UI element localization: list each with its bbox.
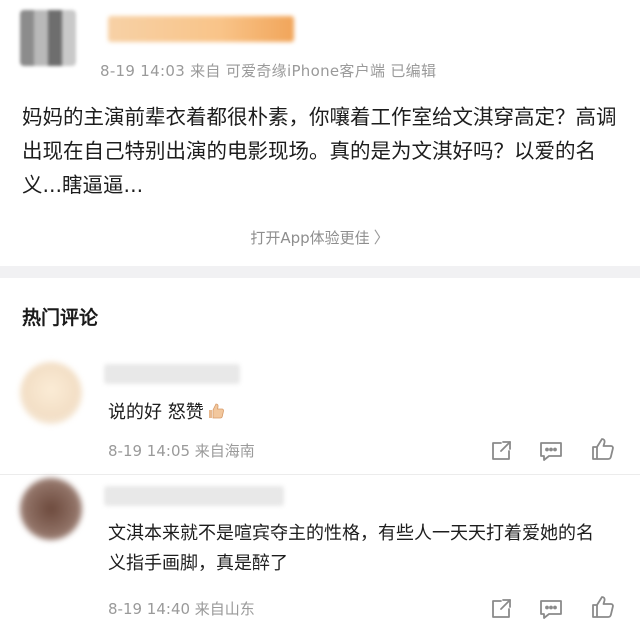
comment-meta: 8-19 14:05 来自海南 (108, 442, 255, 460)
post-body-text: 妈妈的主演前辈衣着都很朴素，你嚷着工作室给文淇穿高定？高调出现在自己特别出演的电… (22, 105, 617, 197)
comment-icon[interactable] (536, 436, 566, 466)
comment-text-content: 说的好 怒赞 (108, 402, 204, 423)
comment-text: 说的好 怒赞 (108, 398, 226, 424)
post-author-avatar[interactable] (20, 10, 76, 66)
post-meta: 8-19 14:03 来自 可爱奇缘iPhone客户端 已编辑 (100, 62, 437, 80)
thumbs-up-icon[interactable] (588, 434, 618, 464)
comment-icon[interactable] (536, 594, 566, 624)
post-author-name-blurred[interactable] (108, 16, 294, 42)
hot-comments-title: 热门评论 (22, 307, 99, 329)
comment-author-name-blurred[interactable] (104, 486, 284, 506)
comment-text: 文淇本来就不是喧宾夺主的性格，有些人一天天打着爱她的名义指手画脚，真是醉了 (108, 523, 594, 574)
section-divider (0, 266, 640, 278)
share-icon[interactable] (486, 436, 516, 466)
open-app-label: 打开App体验更佳 (250, 229, 370, 247)
comment-author-name-blurred[interactable] (104, 364, 240, 384)
thumbs-up-icon[interactable] (588, 592, 618, 622)
comment-separator (0, 474, 640, 475)
chevron-right-icon: 〉 (373, 228, 390, 247)
share-icon[interactable] (486, 594, 516, 624)
open-app-link[interactable]: 打开App体验更佳〉 (0, 224, 640, 248)
comment-avatar[interactable] (20, 478, 82, 540)
thumbs-up-emoji-icon (206, 401, 226, 421)
comment-meta: 8-19 14:40 来自山东 (108, 600, 255, 618)
comment-avatar[interactable] (20, 362, 82, 424)
